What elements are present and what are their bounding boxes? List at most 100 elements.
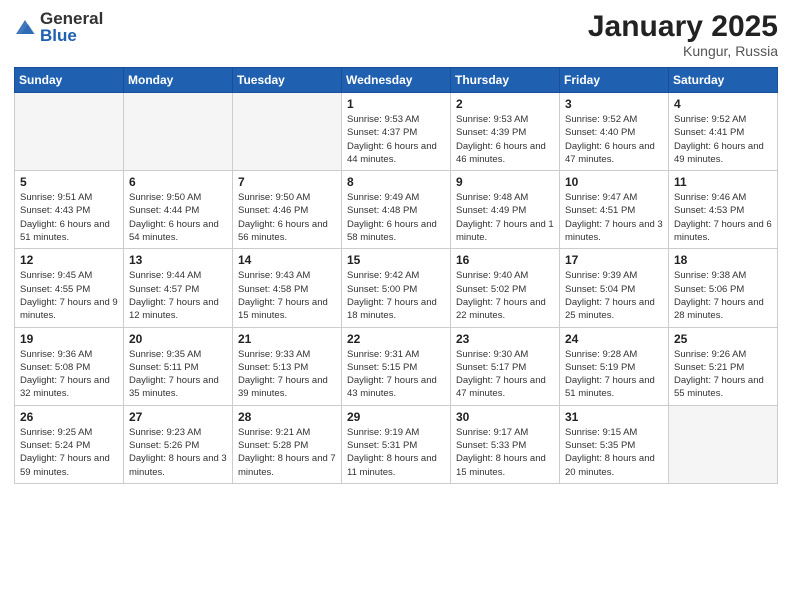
calendar-body: 1Sunrise: 9:53 AMSunset: 4:37 PMDaylight… — [15, 93, 778, 484]
weekday-row: SundayMondayTuesdayWednesdayThursdayFrid… — [15, 68, 778, 93]
sunrise-text: Sunrise: 9:19 AM — [347, 427, 419, 438]
calendar-cell — [124, 93, 233, 171]
sunset-text: Sunset: 5:19 PM — [565, 362, 635, 373]
calendar-cell: 7Sunrise: 9:50 AMSunset: 4:46 PMDaylight… — [233, 171, 342, 249]
calendar-cell: 30Sunrise: 9:17 AMSunset: 5:33 PMDayligh… — [451, 405, 560, 483]
sunset-text: Sunset: 4:57 PM — [129, 284, 199, 295]
day-number: 30 — [456, 410, 554, 424]
sunset-text: Sunset: 5:08 PM — [20, 362, 90, 373]
day-info: Sunrise: 9:53 AMSunset: 4:39 PMDaylight:… — [456, 113, 554, 166]
day-info: Sunrise: 9:30 AM Sunset: 5:17 PM Daylight:… — [456, 348, 554, 401]
sunrise-text: Sunrise: 9:28 AM — [565, 349, 637, 360]
daylight-text: Daylight: 8 hours and 11 minutes. — [347, 453, 437, 477]
sunrise-text: Sunrise: 9:43 AM — [238, 270, 310, 281]
sunrise-text: Sunrise: 9:17 AM — [456, 427, 528, 438]
sunrise-text: Sunrise: 9:31 AM — [347, 349, 419, 360]
daylight-text: Daylight: 7 hours and 32 minutes. — [20, 375, 110, 399]
sunrise-text: Sunrise: 9:23 AM — [129, 427, 201, 438]
sunset-text: Sunset: 4:43 PM — [20, 205, 90, 216]
day-info: Sunrise: 9:15 AMSunset: 5:35 PMDaylight:… — [565, 426, 663, 479]
weekday-header: Sunday — [15, 68, 124, 93]
sunset-text: Sunset: 5:21 PM — [674, 362, 744, 373]
daylight-text: Daylight: 6 hours and 58 minutes. — [347, 219, 437, 243]
calendar-cell: 23Sunrise: 9:30 AMSunset: 5:17 PMDayligh… — [451, 327, 560, 405]
day-info: Sunrise: 9:26 AMSunset: 5:21 PMDaylight:… — [674, 348, 772, 401]
daylight-text: Daylight: 7 hours and 47 minutes. — [456, 375, 546, 399]
sunrise-text: Sunrise: 9:51 AM — [20, 192, 92, 203]
day-number: 18 — [674, 253, 772, 267]
calendar-week-row: 1Sunrise: 9:53 AMSunset: 4:37 PMDaylight… — [15, 93, 778, 171]
sunset-text: Sunset: 5:33 PM — [456, 440, 526, 451]
daylight-text: Daylight: 8 hours and 7 minutes. — [238, 453, 336, 477]
page: General Blue January 2025 Kungur, Russia… — [0, 0, 792, 612]
day-number: 20 — [129, 332, 227, 346]
sunrise-text: Sunrise: 9:48 AM — [456, 192, 528, 203]
sunset-text: Sunset: 5:17 PM — [456, 362, 526, 373]
sunrise-text: Sunrise: 9:26 AM — [674, 349, 746, 360]
day-number: 8 — [347, 175, 445, 189]
day-info: Sunrise: 9:46 AMSunset: 4:53 PMDaylight:… — [674, 191, 772, 244]
sunset-text: Sunset: 4:53 PM — [674, 205, 744, 216]
day-info: Sunrise: 9:31 AMSunset: 5:15 PMDaylight:… — [347, 348, 445, 401]
day-info: Sunrise: 9:36 AMSunset: 5:08 PMDaylight:… — [20, 348, 118, 401]
daylight-text: Daylight: 6 hours and 46 minutes. — [456, 141, 546, 165]
sunset-text: Sunset: 4:39 PM — [456, 127, 526, 138]
calendar-cell: 29Sunrise: 9:19 AMSunset: 5:31 PMDayligh… — [342, 405, 451, 483]
sunrise-text: Sunrise: 9:21 AM — [238, 427, 310, 438]
day-number: 15 — [347, 253, 445, 267]
sunset-text: Sunset: 5:28 PM — [238, 440, 308, 451]
sunset-text: Sunset: 4:49 PM — [456, 205, 526, 216]
daylight-text: Daylight: 6 hours and 47 minutes. — [565, 141, 655, 165]
sunrise-text: Sunrise: 9:52 AM — [674, 114, 746, 125]
daylight-text: Daylight: 6 hours and 49 minutes. — [674, 141, 764, 165]
logo-text: General Blue — [40, 10, 103, 44]
calendar-cell: 9Sunrise: 9:48 AMSunset: 4:49 PMDaylight… — [451, 171, 560, 249]
logo-general: General — [40, 10, 103, 27]
calendar-cell: 6Sunrise: 9:50 AMSunset: 4:44 PMDaylight… — [124, 171, 233, 249]
calendar-cell: 24Sunrise: 9:28 AMSunset: 5:19 PMDayligh… — [560, 327, 669, 405]
day-number: 31 — [565, 410, 663, 424]
logo-icon — [14, 16, 36, 38]
calendar-week-row: 19Sunrise: 9:36 AMSunset: 5:08 PMDayligh… — [15, 327, 778, 405]
sunset-text: Sunset: 4:40 PM — [565, 127, 635, 138]
calendar-cell: 18Sunrise: 9:38 AMSunset: 5:06 PMDayligh… — [669, 249, 778, 327]
daylight-text: Daylight: 7 hours and 51 minutes. — [565, 375, 655, 399]
day-number: 10 — [565, 175, 663, 189]
daylight-text: Daylight: 7 hours and 25 minutes. — [565, 297, 655, 321]
calendar-cell: 15Sunrise: 9:42 AMSunset: 5:00 PMDayligh… — [342, 249, 451, 327]
sunset-text: Sunset: 4:41 PM — [674, 127, 744, 138]
daylight-text: Daylight: 7 hours and 39 minutes. — [238, 375, 328, 399]
calendar-cell: 19Sunrise: 9:36 AMSunset: 5:08 PMDayligh… — [15, 327, 124, 405]
day-info: Sunrise: 9:40 AMSunset: 5:02 PMDaylight:… — [456, 269, 554, 322]
day-number: 1 — [347, 97, 445, 111]
day-number: 25 — [674, 332, 772, 346]
day-info: Sunrise: 9:43 AMSunset: 4:58 PMDaylight:… — [238, 269, 336, 322]
calendar-cell — [15, 93, 124, 171]
sunrise-text: Sunrise: 9:44 AM — [129, 270, 201, 281]
day-number: 6 — [129, 175, 227, 189]
sunset-text: Sunset: 5:04 PM — [565, 284, 635, 295]
sunset-text: Sunset: 5:15 PM — [347, 362, 417, 373]
day-info: Sunrise: 9:48 AMSunset: 4:49 PMDaylight:… — [456, 191, 554, 244]
day-number: 21 — [238, 332, 336, 346]
sunrise-text: Sunrise: 9:25 AM — [20, 427, 92, 438]
calendar-cell: 4Sunrise: 9:52 AMSunset: 4:41 PMDaylight… — [669, 93, 778, 171]
sunrise-text: Sunrise: 9:30 AM — [456, 349, 528, 360]
day-info: Sunrise: 9:45 AMSunset: 4:55 PMDaylight:… — [20, 269, 118, 322]
calendar-cell: 11 Sunrise: 9:46 AMSunset: 4:53 PMDayligh… — [669, 171, 778, 249]
day-number: 17 — [565, 253, 663, 267]
calendar-cell: 27Sunrise: 9:23 AMSunset: 5:26 PMDayligh… — [124, 405, 233, 483]
day-info: Sunrise: 9:52 AM Sunset: 4:41 PM Daylight:… — [674, 113, 772, 166]
daylight-text: Daylight: 6 hours and 54 minutes. — [129, 219, 219, 243]
day-info: Sunrise: 9:52 AMSunset: 4:40 PMDaylight:… — [565, 113, 663, 166]
sunrise-text: Sunrise: 9:47 AM — [565, 192, 637, 203]
sunrise-text: Sunrise: 9:49 AM — [347, 192, 419, 203]
sunset-text: Sunset: 5:24 PM — [20, 440, 90, 451]
day-number: 9 — [456, 175, 554, 189]
calendar-cell: 5Sunrise: 9:51 AMSunset: 4:43 PMDaylight… — [15, 171, 124, 249]
day-number: 27 — [129, 410, 227, 424]
day-number: 11 — [674, 175, 772, 189]
sunset-text: Sunset: 5:26 PM — [129, 440, 199, 451]
sunset-text: Sunset: 4:44 PM — [129, 205, 199, 216]
sunrise-text: Sunrise: 9:15 AM — [565, 427, 637, 438]
